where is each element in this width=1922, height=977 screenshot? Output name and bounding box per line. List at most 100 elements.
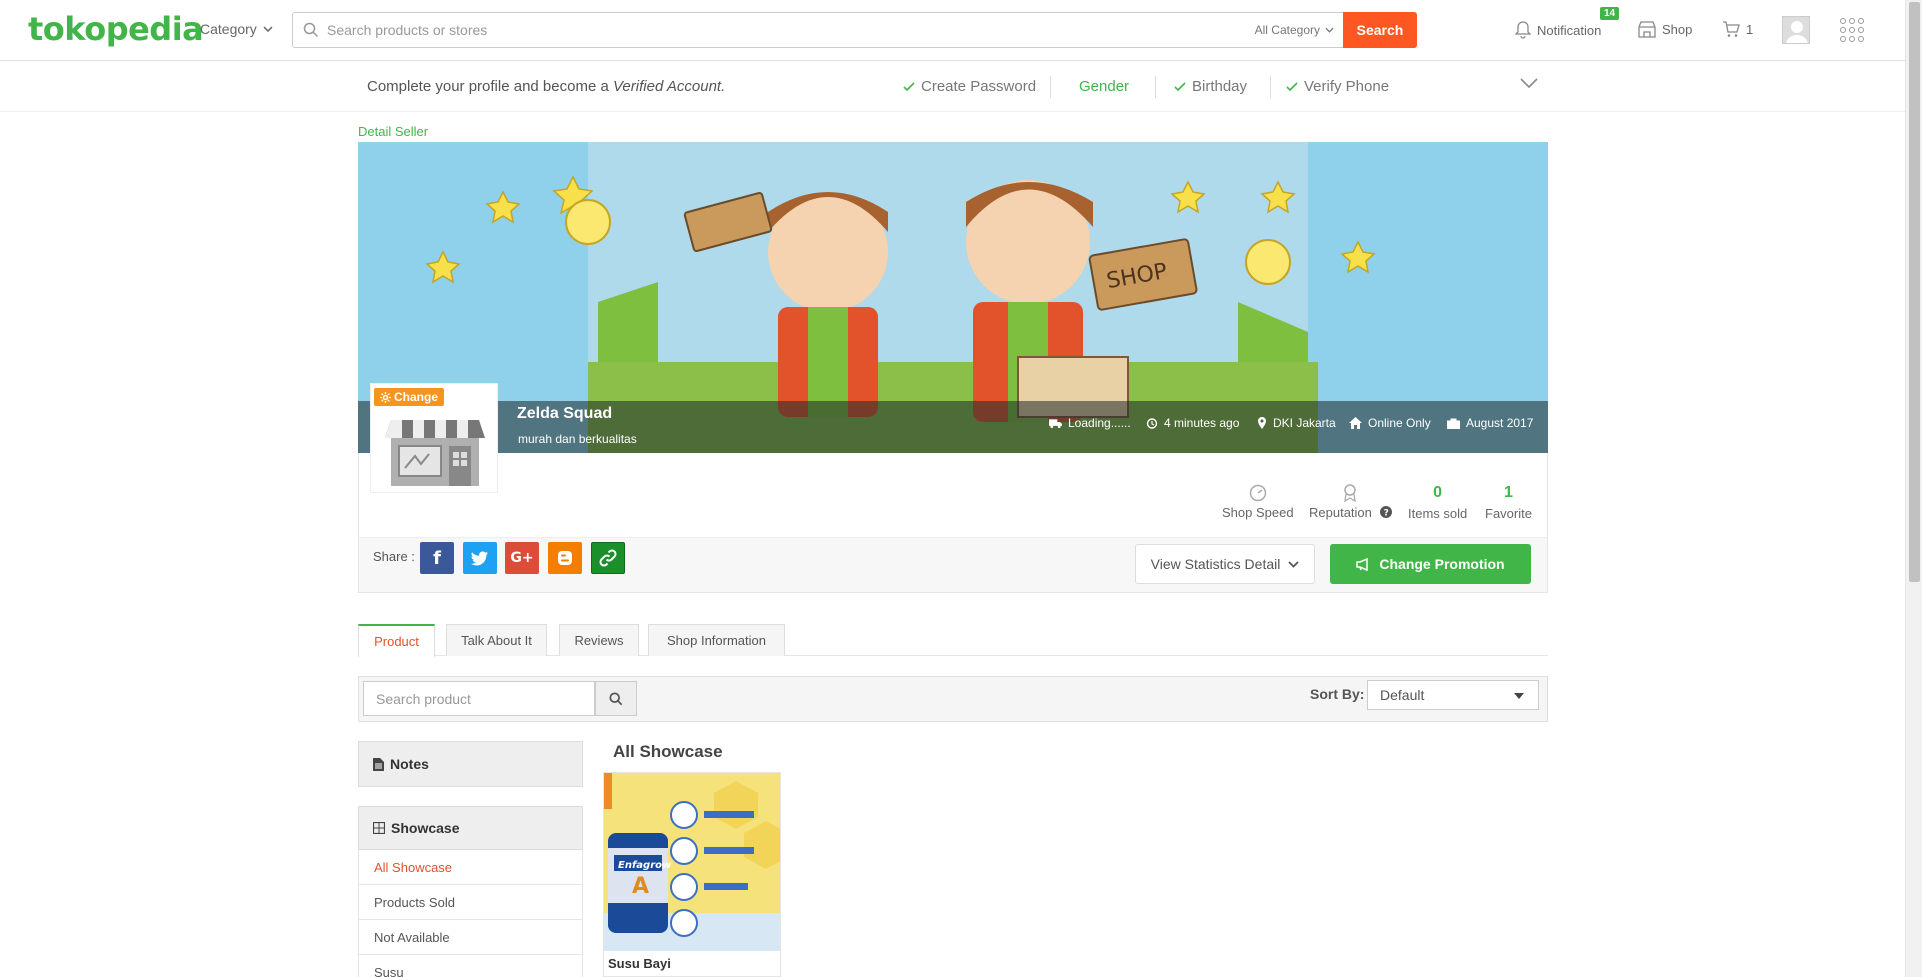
sidebar-item-all-showcase[interactable]: All Showcase — [358, 850, 583, 885]
step-create-password[interactable]: Create Password — [903, 78, 1036, 95]
tab-talk-about-it[interactable]: Talk About It — [446, 624, 547, 656]
all-category-dropdown[interactable]: All Category — [1255, 23, 1334, 37]
view-statistics-label: View Statistics Detail — [1150, 556, 1281, 572]
shop-meta-since-text: August 2017 — [1466, 416, 1534, 430]
shop-tagline: murah dan berkualitas — [518, 432, 637, 446]
alarm-icon — [1146, 418, 1158, 429]
cart-link[interactable]: 1 — [1722, 21, 1753, 38]
showcase-heading: All Showcase — [613, 742, 723, 761]
sidebar-item-not-available[interactable]: Not Available — [358, 920, 583, 955]
chevron-down-icon — [1288, 560, 1299, 568]
svg-text:?: ? — [1383, 509, 1388, 519]
sidebar-item-susu[interactable]: Susu — [358, 955, 583, 977]
product-card[interactable]: Enfagrow A — [603, 772, 781, 977]
stat-reputation[interactable]: Reputation ? — [1309, 484, 1392, 520]
change-promotion-button[interactable]: Change Promotion — [1330, 544, 1531, 584]
product-search-input[interactable] — [363, 681, 595, 716]
tokopedia-logo[interactable]: tokopedia — [28, 10, 204, 48]
step-label: Gender — [1079, 78, 1130, 95]
store-icon — [385, 420, 485, 486]
profile-completion-bar: Complete your profile and become a Verif… — [0, 62, 1905, 112]
divider — [1270, 76, 1271, 98]
sidebar-item-products-sold[interactable]: Products Sold — [358, 885, 583, 920]
stat-favorite-value: 1 — [1504, 484, 1513, 501]
search-input[interactable] — [327, 19, 1207, 41]
step-label: Verify Phone — [1304, 78, 1390, 95]
notes-section-header[interactable]: Notes — [358, 741, 583, 787]
notification-link[interactable]: Notification — [1515, 21, 1601, 39]
check-icon — [1174, 81, 1186, 91]
google-plus-icon: G+ — [510, 550, 534, 566]
notes-title: Notes — [390, 756, 429, 772]
svg-text:Enfagrow: Enfagrow — [618, 860, 672, 871]
stat-items-sold-label: Items sold — [1408, 506, 1468, 521]
change-logo-button[interactable]: Change — [374, 388, 445, 406]
google-plus-share-button[interactable]: G+ — [505, 542, 539, 574]
facebook-share-button[interactable]: f — [420, 542, 454, 574]
breadcrumb-detail-seller[interactable]: Detail Seller — [358, 124, 428, 139]
chevron-down-icon — [1325, 27, 1334, 33]
chevron-down-icon — [263, 26, 273, 32]
step-label: Birthday — [1192, 78, 1248, 95]
tab-product[interactable]: Product — [358, 624, 435, 657]
blogger-icon — [558, 551, 572, 565]
shop-link[interactable]: Shop — [1638, 21, 1692, 38]
sort-by-label: Sort By: — [1310, 686, 1365, 702]
search-icon — [303, 22, 319, 38]
check-icon — [903, 81, 915, 91]
help-icon[interactable]: ? — [1379, 506, 1392, 519]
divider — [1155, 76, 1156, 98]
product-name[interactable]: Susu Bayi — [608, 956, 671, 971]
shop-meta-type-text: Online Only — [1368, 416, 1431, 430]
shop-meta-loading-text: Loading...... — [1068, 416, 1131, 430]
stat-favorite[interactable]: 1 Favorite — [1485, 484, 1532, 521]
tab-shop-information[interactable]: Shop Information — [648, 624, 785, 656]
verified-account-text: Verified Account. — [612, 78, 726, 95]
cart-count: 1 — [1746, 22, 1754, 37]
change-label: Change — [394, 390, 439, 404]
step-birthday[interactable]: Birthday — [1174, 78, 1247, 95]
home-icon — [1349, 417, 1362, 429]
link-icon — [599, 549, 617, 567]
profile-message: Complete your profile and become a Verif… — [367, 78, 725, 95]
search-icon — [609, 691, 623, 705]
divider — [1050, 76, 1051, 98]
chevron-down-icon[interactable] — [1520, 78, 1538, 88]
document-icon — [373, 757, 384, 771]
product-search-button[interactable] — [595, 681, 637, 716]
scrollbar-thumb[interactable] — [1909, 2, 1920, 582]
cart-icon — [1723, 21, 1740, 37]
user-avatar[interactable] — [1782, 16, 1810, 44]
sort-select-value: Default — [1380, 687, 1425, 703]
copy-link-share-button[interactable] — [591, 542, 625, 574]
shop-name: Zelda Squad — [517, 405, 613, 422]
category-label: Category — [200, 21, 257, 37]
map-pin-icon — [1258, 417, 1266, 429]
check-icon — [1286, 81, 1298, 91]
bell-icon — [1515, 21, 1531, 39]
apps-grid-icon[interactable] — [1840, 18, 1864, 42]
showcase-section-header: Showcase — [358, 806, 583, 850]
step-verify-phone[interactable]: Verify Phone — [1286, 78, 1389, 95]
search-button[interactable]: Search — [1343, 12, 1417, 48]
page-scrollbar[interactable] — [1905, 0, 1922, 977]
showcase-title: Showcase — [391, 820, 460, 836]
category-dropdown[interactable]: Category — [200, 21, 273, 37]
view-statistics-dropdown[interactable]: View Statistics Detail — [1135, 544, 1315, 584]
twitter-icon — [471, 550, 488, 565]
share-label: Share : — [373, 549, 415, 564]
shop-meta-since: August 2017 — [1447, 416, 1533, 430]
stat-items-sold: 0 Items sold — [1408, 484, 1467, 521]
step-gender[interactable]: Gender — [1079, 78, 1129, 95]
search-box: All Category Search — [292, 12, 1417, 48]
stat-favorite-label: Favorite — [1485, 506, 1532, 521]
tab-reviews[interactable]: Reviews — [559, 624, 639, 656]
blogger-share-button[interactable] — [548, 542, 582, 574]
sort-select[interactable]: Default — [1367, 680, 1539, 710]
stat-shop-speed[interactable]: Shop Speed — [1222, 484, 1294, 520]
truck-icon — [1049, 418, 1062, 428]
briefcase-icon — [1447, 418, 1460, 429]
step-label: Create Password — [921, 78, 1037, 95]
twitter-share-button[interactable] — [463, 542, 497, 574]
gear-icon — [380, 391, 391, 403]
